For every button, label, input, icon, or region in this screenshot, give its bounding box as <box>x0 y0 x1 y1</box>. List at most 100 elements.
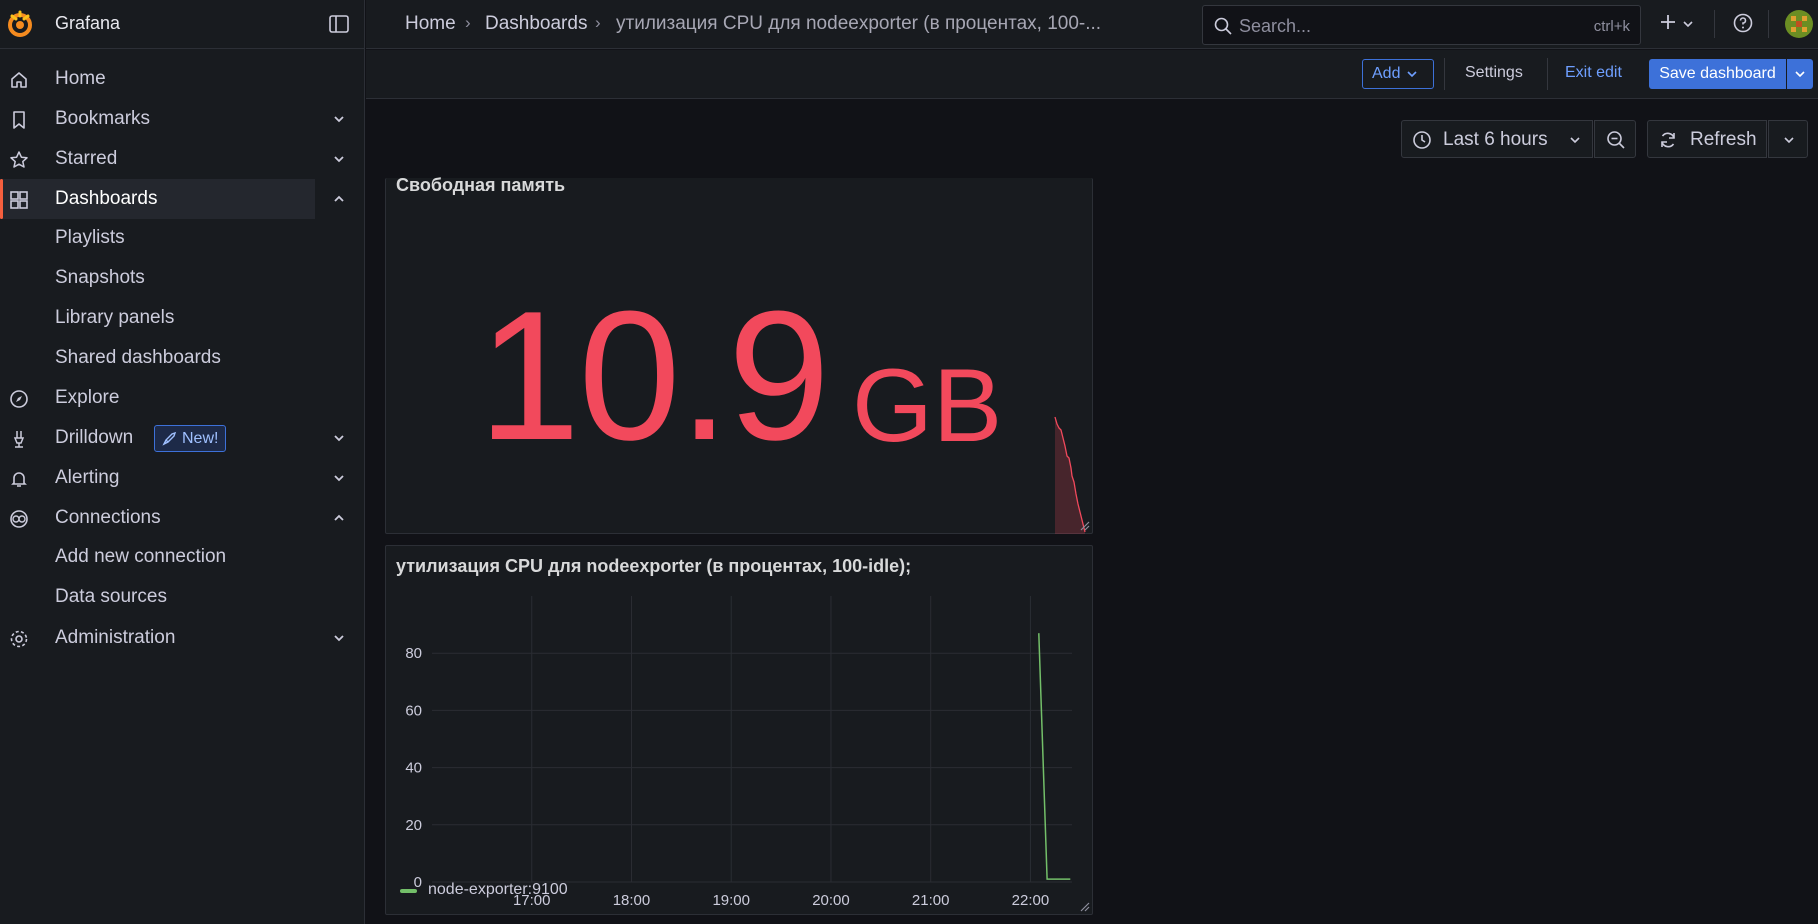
search-input[interactable]: Search... ctrl+k <box>1202 5 1641 45</box>
chevron-down-icon <box>1784 137 1794 144</box>
timeseries-panel-cpu[interactable]: утилизация CPU для nodeexporter (в проце… <box>385 545 1093 915</box>
chevron-up-icon[interactable] <box>332 192 346 206</box>
dashboards-icon <box>8 189 30 211</box>
legend-item[interactable]: node-exporter:9100 <box>428 881 568 899</box>
cpu-chart[interactable]: 02040608017:00 18:00 19:00 20:00 21:00 22:00 <box>386 596 1092 906</box>
rocket-icon <box>162 431 177 446</box>
sidebar-item-label: Drilldown <box>55 427 134 448</box>
sidebar: Grafana Home Bookmarks Starred Dashboard… <box>0 0 365 924</box>
compass-icon <box>8 388 30 410</box>
sidebar-item-starred[interactable]: Starred <box>0 139 344 179</box>
search-placeholder: Search... <box>1239 16 1312 36</box>
sidebar-item-label: Administration <box>55 627 176 648</box>
series-line <box>1038 633 1071 880</box>
resize-handle-icon[interactable] <box>1078 519 1090 531</box>
y-tick-label: 40 <box>405 760 422 777</box>
sidebar-item-label: Explore <box>55 387 120 408</box>
chevron-down-icon[interactable] <box>1682 18 1694 30</box>
zoom-out-icon <box>1607 131 1625 149</box>
sidebar-subitem-snapshots[interactable]: Snapshots <box>55 267 145 293</box>
divider <box>1547 58 1548 90</box>
stat-panel-free-memory[interactable]: Свободная память 10.9 GB <box>385 175 1093 534</box>
sidebar-item-connections[interactable]: Connections <box>0 498 344 538</box>
chevron-down-icon[interactable] <box>332 631 346 645</box>
chevron-down-icon <box>1407 71 1418 78</box>
legend-color-swatch <box>400 889 417 893</box>
gear-icon <box>8 628 30 650</box>
exit-edit-button[interactable]: Exit edit <box>1565 64 1622 82</box>
search-icon <box>1214 17 1232 35</box>
panel-title: утилизация CPU для nodeexporter (в проце… <box>396 556 912 576</box>
sidebar-item-explore[interactable]: Explore <box>0 378 315 418</box>
sidebar-item-bookmarks[interactable]: Bookmarks <box>0 99 344 139</box>
search-shortcut: ctrl+k <box>1593 18 1630 35</box>
home-icon <box>8 69 30 91</box>
add-button-label: Add <box>1372 65 1401 82</box>
x-tick-label: 18:00 <box>613 892 651 906</box>
x-tick-label: 22:00 <box>1012 892 1050 906</box>
sidebar-item-label: Dashboards <box>55 188 158 209</box>
divider <box>1714 10 1715 38</box>
sidebar-subitem-add-new-connection[interactable]: Add new connection <box>55 546 226 572</box>
badge-label: New! <box>182 429 219 447</box>
sidebar-subitem-library-panels[interactable]: Library panels <box>55 307 174 333</box>
sidebar-item-label: Connections <box>55 507 161 528</box>
chevron-down-icon[interactable] <box>332 112 346 126</box>
chevron-up-icon[interactable] <box>332 511 346 525</box>
bell-icon <box>8 468 30 490</box>
resize-handle-icon[interactable] <box>1078 900 1090 912</box>
sidebar-item-label: Home <box>55 68 106 89</box>
x-tick-label: 19:00 <box>712 892 750 906</box>
add-button[interactable]: Add <box>1362 59 1434 89</box>
chevron-down-icon[interactable] <box>332 431 346 445</box>
breadcrumb-separator: › <box>595 13 601 32</box>
sidebar-item-label: Bookmarks <box>55 108 151 129</box>
breadcrumb-home[interactable]: Home <box>405 13 456 35</box>
save-dashboard-label: Save dashboard <box>1659 65 1776 82</box>
grafana-logo-icon[interactable] <box>6 10 34 38</box>
new-badge: New! <box>154 425 226 452</box>
time-range-picker[interactable]: Last 6 hours <box>1401 120 1593 158</box>
sidebar-subitem-data-sources[interactable]: Data sources <box>55 586 167 612</box>
y-tick-label: 60 <box>405 702 422 719</box>
dock-menu-icon[interactable] <box>328 13 350 35</box>
zoom-out-button[interactable] <box>1594 120 1636 158</box>
chevron-down-icon[interactable] <box>332 471 346 485</box>
app-title: Grafana <box>55 13 121 33</box>
save-options-button[interactable] <box>1787 59 1813 89</box>
sidebar-subitem-shared-dashboards[interactable]: Shared dashboards <box>55 347 221 373</box>
breadcrumb-separator: › <box>465 13 471 32</box>
panel-title: Свободная память <box>396 175 566 195</box>
sidebar-item-label: Alerting <box>55 467 120 488</box>
divider <box>1768 10 1769 38</box>
plus-icon[interactable] <box>1659 13 1677 31</box>
divider <box>1444 58 1445 90</box>
x-tick-label: 20:00 <box>812 892 850 906</box>
sidebar-item-home[interactable]: Home <box>0 59 315 99</box>
chevron-down-icon <box>1570 137 1580 144</box>
bookmark-icon <box>8 109 30 131</box>
time-range-label: Last 6 hours <box>1443 129 1548 150</box>
connections-icon <box>8 508 30 530</box>
refresh-interval-button[interactable] <box>1768 120 1808 158</box>
save-dashboard-button[interactable]: Save dashboard <box>1649 59 1786 89</box>
sidebar-item-dashboards[interactable]: Dashboards <box>0 179 344 219</box>
sidebar-item-label: Starred <box>55 148 118 169</box>
sidebar-item-alerting[interactable]: Alerting <box>0 458 344 498</box>
stat-value: 10.9 <box>478 272 830 478</box>
breadcrumb-current: утилизация CPU для nodeexporter (в проце… <box>616 13 1102 34</box>
breadcrumb-dashboards[interactable]: Dashboards <box>485 13 587 35</box>
sidebar-subitem-playlists[interactable]: Playlists <box>55 227 125 253</box>
clock-icon <box>1413 131 1431 149</box>
help-icon[interactable] <box>1732 12 1754 34</box>
x-tick-label: 21:00 <box>912 892 950 906</box>
refresh-button[interactable]: Refresh <box>1647 120 1767 158</box>
avatar[interactable] <box>1784 9 1814 39</box>
refresh-icon <box>1661 132 1675 148</box>
chevron-down-icon[interactable] <box>332 152 346 166</box>
stat-unit: GB <box>852 348 1003 464</box>
refresh-label: Refresh <box>1690 129 1757 150</box>
star-icon <box>8 149 30 171</box>
sidebar-item-administration[interactable]: Administration <box>0 618 344 658</box>
settings-button[interactable]: Settings <box>1465 64 1523 82</box>
